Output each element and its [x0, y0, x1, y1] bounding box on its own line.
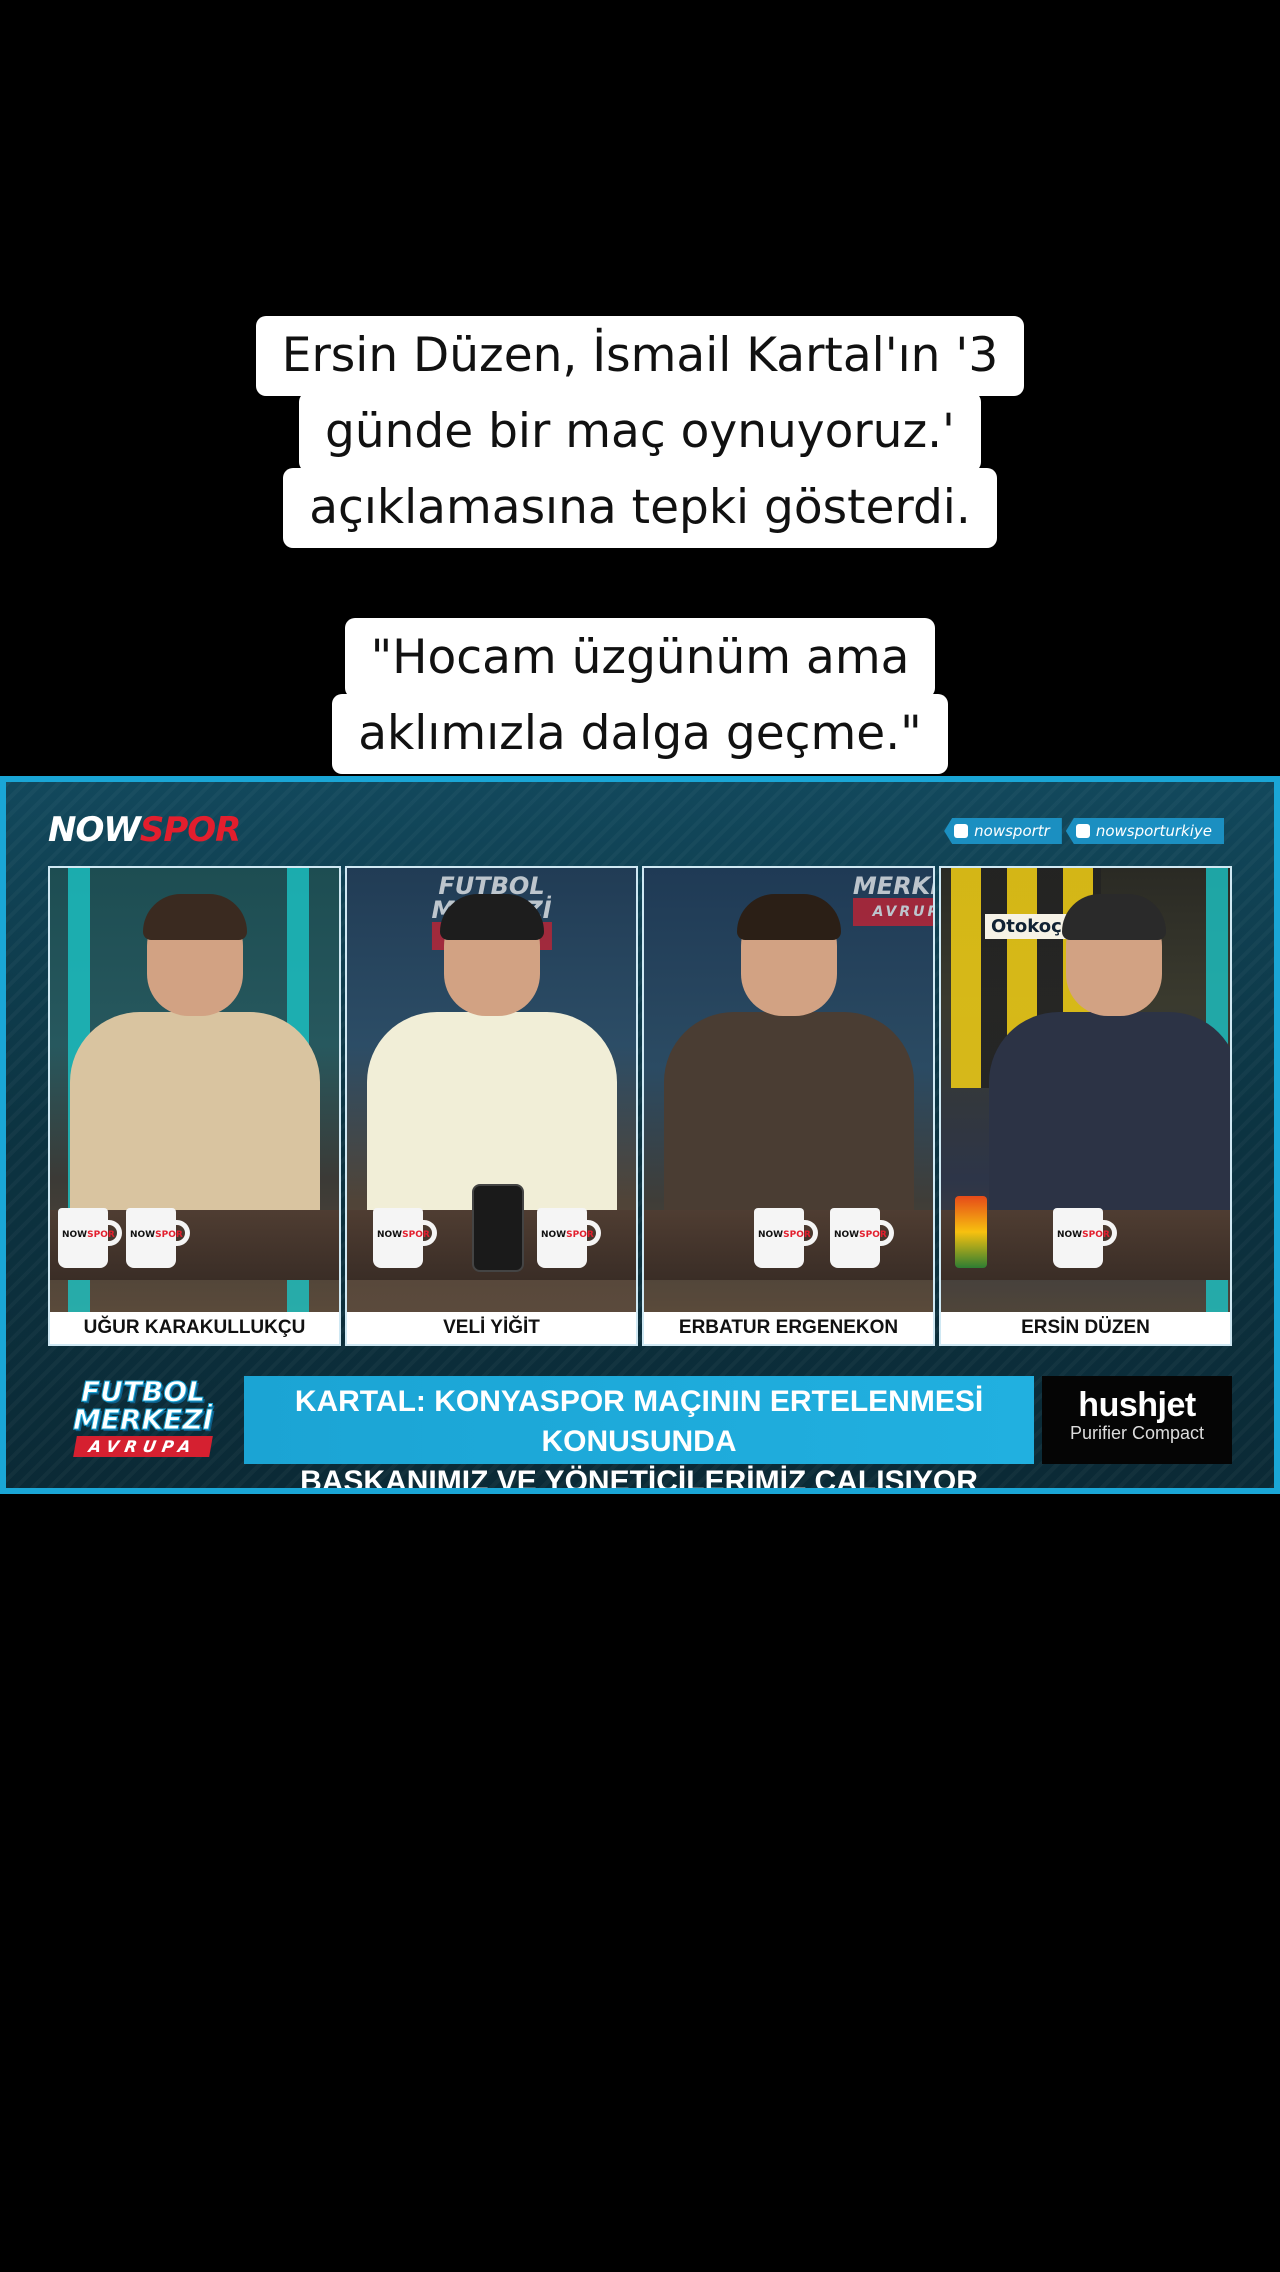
channel-logo-spor: SPOR [139, 810, 241, 850]
instagram-tiktok-icon [1075, 824, 1090, 838]
panelist-figure [989, 894, 1230, 1222]
phone [472, 1184, 524, 1272]
sponsor-brand: hushjet [1078, 1386, 1196, 1424]
head [1062, 894, 1167, 1016]
panelist-panel: MERKEZİ AVRUPA NOWSPOR NOWSPOR ERBATUR E… [642, 866, 935, 1346]
hair [439, 894, 544, 940]
mug-logo: NOWSPOR [834, 1230, 887, 1240]
panelist-panel: FUTBOL MERKEZİ AVRUPA NOWSPOR NOWSPOR VE… [345, 866, 638, 1346]
panel-scene: MERKEZİ AVRUPA NOWSPOR NOWSPOR [644, 868, 933, 1312]
head [736, 894, 841, 1016]
mug-logo: NOWSPOR [758, 1230, 811, 1240]
mug-logo: NOWSPOR [541, 1230, 594, 1240]
torso [69, 1012, 320, 1222]
mug: NOWSPOR [1053, 1208, 1117, 1268]
panelist-figure [663, 894, 914, 1222]
caption-top: Ersin Düzen, İsmail Kartal'ın '3 günde b… [0, 316, 1280, 548]
panelist-figure [69, 894, 320, 1222]
panel-scene: FUTBOL MERKEZİ AVRUPA NOWSPOR NOWSPOR [347, 868, 636, 1312]
show-logo: FUTBOL MERKEZİ AVRUPA [72, 1375, 214, 1457]
sponsor-subtitle: Purifier Compact [1069, 1423, 1205, 1443]
caption-line: açıklamasına tepki gösterdi. [283, 468, 997, 548]
video-frame[interactable]: NOWSPOR nowsportr nowsporturkiye NOWSPOR [0, 776, 1280, 1494]
social-handles: nowsportr nowsporturkiye [944, 818, 1224, 844]
head [439, 894, 544, 1016]
social-instagram: nowsporturkiye [1065, 818, 1224, 844]
torso [663, 1012, 914, 1222]
panelist-name: ERBATUR ERGENEKON [644, 1312, 933, 1344]
panelist-panel: NOWSPOR NOWSPOR UĞUR KARAKULLUKÇU [48, 866, 341, 1346]
caption-quote: "Hocam üzgünüm ama aklımızla dalga geçme… [0, 618, 1280, 774]
panel-scene: Otokoç NOWSPOR [941, 868, 1230, 1312]
mug: NOWSPOR [830, 1208, 894, 1268]
hair [142, 894, 247, 940]
mug: NOWSPOR [58, 1208, 122, 1268]
mug-logo: NOWSPOR [1057, 1230, 1110, 1240]
drink-can [955, 1196, 987, 1268]
panelist-grid: NOWSPOR NOWSPOR UĞUR KARAKULLUKÇU FUTBOL… [48, 866, 1232, 1346]
caption-line: Ersin Düzen, İsmail Kartal'ın '3 [255, 316, 1025, 396]
social-handle: nowsporturkiye [1095, 822, 1212, 840]
panelist-panel: Otokoç NOWSPOR ERSİN DÜZEN [939, 866, 1232, 1346]
panelist-name: ERSİN DÜZEN [941, 1312, 1230, 1344]
headline-line: KARTAL: KONYASPOR MAÇININ ERTELENMESİ KO… [294, 1385, 984, 1458]
mug: NOWSPOR [537, 1208, 601, 1268]
hair [1062, 894, 1167, 940]
panel-scene: NOWSPOR NOWSPOR [50, 868, 339, 1312]
caption-line: "Hocam üzgünüm ama [344, 618, 936, 698]
hair [736, 894, 841, 940]
caption-line: aklımızla dalga geçme." [332, 694, 948, 774]
channel-logo: NOWSPOR [48, 810, 241, 850]
mug: NOWSPOR [373, 1208, 437, 1268]
x-icon [954, 824, 969, 838]
social-handle: nowsportr [974, 822, 1050, 840]
panelist-name: UĞUR KARAKULLUKÇU [50, 1312, 339, 1344]
mug: NOWSPOR [754, 1208, 818, 1268]
news-headline: KARTAL: KONYASPOR MAÇININ ERTELENMESİ KO… [244, 1376, 1034, 1488]
torso [989, 1012, 1230, 1222]
head [142, 894, 247, 1016]
social-x: nowsportr [944, 818, 1062, 844]
panelist-name: VELİ YİĞİT [347, 1312, 636, 1344]
caption-line: günde bir maç oynuyoruz.' [299, 392, 981, 472]
channel-logo-now: NOW [48, 810, 141, 850]
mug-logo: NOWSPOR [377, 1230, 430, 1240]
sponsor-logo: hushjet Purifier Compact [1042, 1376, 1232, 1464]
mug-logo: NOWSPOR [62, 1230, 115, 1240]
panelist-figure [366, 894, 617, 1222]
headline-line: BAŞKANIMIZ VE YÖNETİCİLERİMİZ ÇALIŞIYOR [300, 1465, 978, 1494]
mug-logo: NOWSPOR [130, 1230, 183, 1240]
mug: NOWSPOR [126, 1208, 190, 1268]
lower-third: FUTBOL MERKEZİ AVRUPA KARTAL: KONYASPOR … [6, 1372, 1274, 1488]
